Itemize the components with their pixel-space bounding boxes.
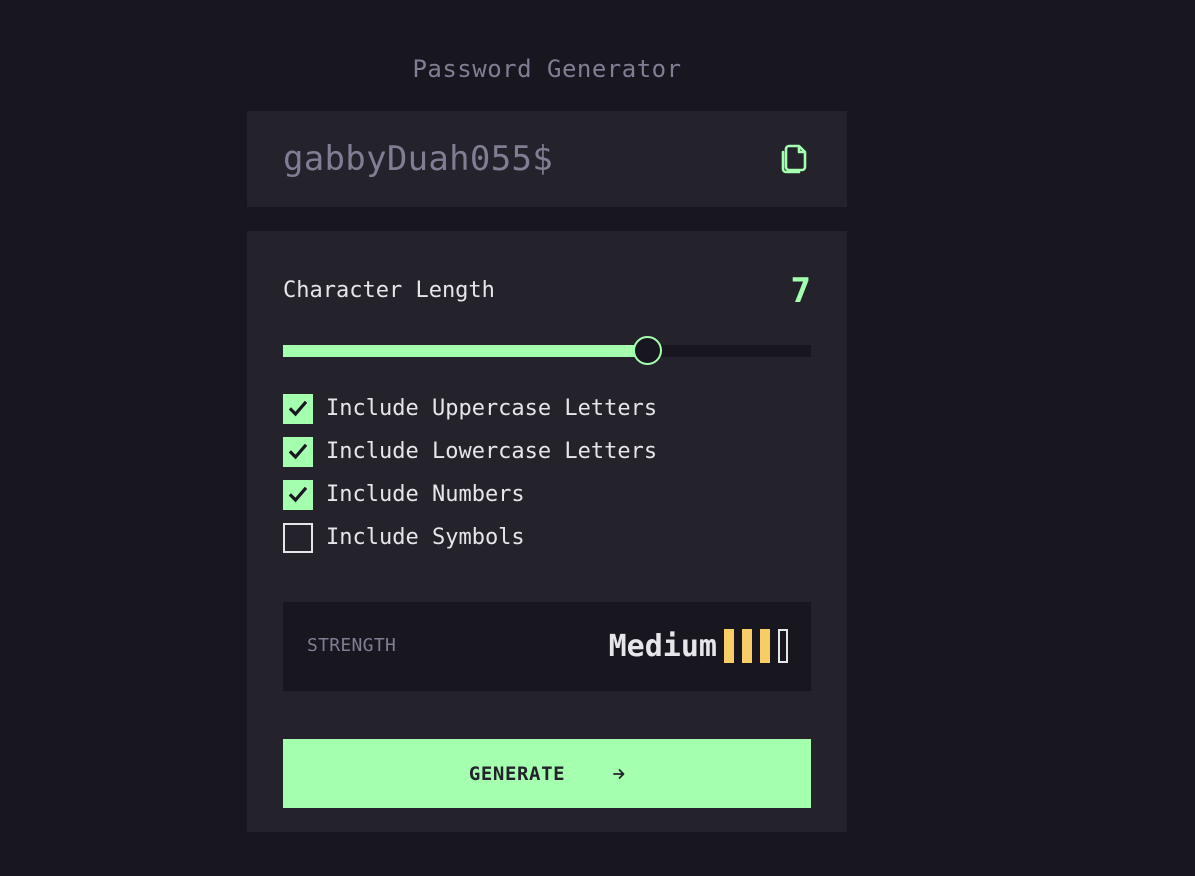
- uppercase-checkbox[interactable]: [283, 394, 313, 424]
- generated-password: gabbyDuah055$: [283, 139, 554, 179]
- character-length-label: Character Length: [283, 278, 495, 303]
- copy-button[interactable]: [777, 141, 811, 177]
- checkmark-icon: [289, 487, 307, 503]
- arrow-right-icon: [613, 768, 625, 780]
- strength-meter: STRENGTH Medium: [283, 602, 811, 691]
- strength-bar-filled: [742, 629, 752, 663]
- option-lowercase[interactable]: Include Lowercase Letters: [283, 437, 657, 467]
- slider-fill: [283, 345, 648, 357]
- option-uppercase[interactable]: Include Uppercase Letters: [283, 394, 657, 424]
- option-numbers[interactable]: Include Numbers: [283, 480, 657, 510]
- option-label: Include Symbols: [326, 525, 525, 550]
- generate-label: GENERATE: [468, 762, 566, 785]
- strength-bar-empty: [778, 629, 788, 663]
- strength-value: Medium: [608, 629, 717, 664]
- option-label: Include Numbers: [326, 482, 525, 507]
- character-length-value: 7: [790, 271, 811, 311]
- strength-bars: [724, 629, 788, 663]
- checkmark-icon: [289, 401, 307, 417]
- option-label: Include Lowercase Letters: [326, 439, 658, 464]
- strength-label: STRENGTH: [307, 635, 397, 656]
- settings-panel: Character Length 7 Include Uppercase Let…: [247, 231, 847, 832]
- checkmark-icon: [289, 444, 307, 460]
- strength-bar-filled: [724, 629, 734, 663]
- option-symbols[interactable]: Include Symbols: [283, 523, 657, 553]
- option-label: Include Uppercase Letters: [326, 396, 658, 421]
- page-title: Password Generator: [412, 55, 682, 83]
- lowercase-checkbox[interactable]: [283, 437, 313, 467]
- slider-thumb[interactable]: [633, 336, 663, 365]
- copy-icon: [781, 144, 807, 174]
- password-output-panel: gabbyDuah055$: [247, 111, 847, 207]
- symbols-checkbox[interactable]: [283, 523, 313, 553]
- generate-button[interactable]: GENERATE: [283, 739, 811, 808]
- numbers-checkbox[interactable]: [283, 480, 313, 510]
- options-list: Include Uppercase Letters Include Lowerc…: [283, 394, 657, 566]
- character-length-slider[interactable]: [283, 336, 811, 365]
- strength-bar-filled: [760, 629, 770, 663]
- password-generator-page: Password Generator gabbyDuah055$ Charact…: [0, 0, 1195, 876]
